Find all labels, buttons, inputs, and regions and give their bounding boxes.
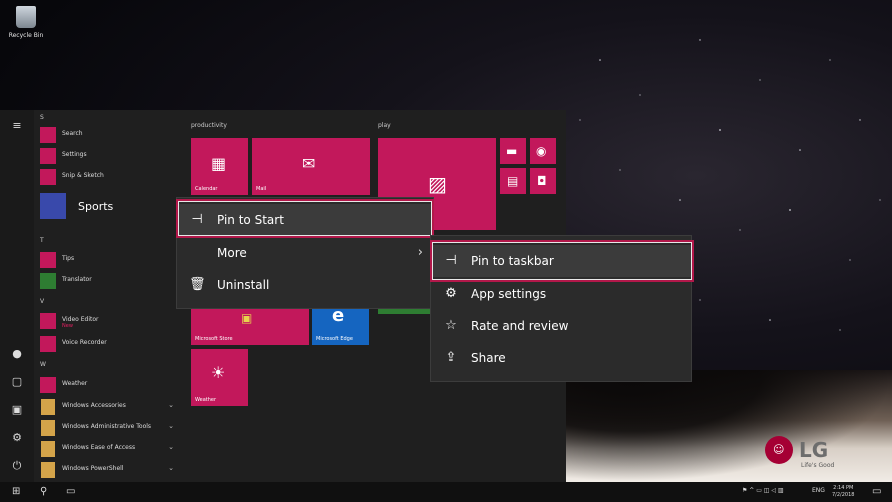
notification-icon[interactable]: ▭ bbox=[872, 486, 881, 498]
tile-movies[interactable]: ▬ bbox=[500, 138, 526, 164]
letter-header-s[interactable]: S bbox=[40, 114, 44, 121]
user-icon[interactable]: ● bbox=[11, 348, 23, 360]
power-icon[interactable]: ⏻ bbox=[11, 460, 23, 472]
wallpaper-wave bbox=[566, 370, 892, 482]
letter-header-w[interactable]: W bbox=[40, 361, 46, 368]
task-view-icon[interactable]: ▭ bbox=[66, 486, 75, 498]
tile-edge[interactable]: e Microsoft Edge bbox=[312, 305, 369, 345]
pin-to-start-highlight bbox=[176, 199, 434, 238]
chevron-down-icon: ⌄ bbox=[168, 422, 174, 430]
taskbar: ⊞ ⚲ ▭ ⚑ ^ ▭ ◫ ◁ ▥ ENG 2:14 PM 7/2/2018 ▭ bbox=[0, 482, 892, 502]
app-settings[interactable]: Settings bbox=[40, 147, 180, 165]
lightbulb-icon bbox=[40, 252, 56, 268]
app-video-editor[interactable]: Video Editor New bbox=[40, 312, 180, 330]
share-item[interactable]: ⇪ Share bbox=[431, 342, 691, 374]
trash-icon: 🗑 bbox=[189, 277, 206, 292]
tile-groove[interactable]: ◉ bbox=[530, 138, 556, 164]
lg-badge: ☺ bbox=[765, 436, 793, 464]
clock[interactable]: 2:14 PM 7/2/2018 bbox=[832, 485, 854, 499]
sun-icon bbox=[40, 377, 56, 393]
tile-mail[interactable]: ✉ Mail bbox=[252, 138, 370, 195]
search-icon bbox=[40, 127, 56, 143]
app-windows-powershell[interactable]: Windows PowerShell ⌄ bbox=[40, 461, 180, 479]
letter-header-t[interactable]: T bbox=[40, 237, 44, 244]
recycle-bin[interactable]: Recycle Bin bbox=[6, 6, 46, 39]
settings-icon[interactable]: ⚙ bbox=[11, 432, 23, 444]
pin-to-taskbar-highlight bbox=[430, 240, 694, 282]
app-snip-sketch[interactable]: Snip & Sketch bbox=[40, 168, 180, 186]
app-windows-accessories[interactable]: Windows Accessories ⌄ bbox=[40, 398, 180, 416]
start-rail: ≡ ● ▢ ▣ ⚙ ⏻ bbox=[0, 110, 34, 482]
video-icon bbox=[40, 313, 56, 329]
windows-start-icon[interactable]: ⊞ bbox=[12, 486, 20, 498]
app-voice-recorder[interactable]: Voice Recorder bbox=[40, 335, 180, 353]
group-play[interactable]: play bbox=[378, 122, 391, 129]
pictures-icon[interactable]: ▣ bbox=[11, 404, 23, 416]
tile-calendar[interactable]: ▦ Calendar bbox=[191, 138, 248, 195]
app-windows-ease-access[interactable]: Windows Ease of Access ⌄ bbox=[40, 440, 180, 458]
tray-icons[interactable]: ⚑ ^ ▭ ◫ ◁ ▥ bbox=[742, 487, 784, 494]
app-list: S Search Settings Snip & Sketch Sports T… bbox=[34, 110, 182, 482]
more-item[interactable]: More › bbox=[177, 237, 433, 269]
calculator-icon: ▤ bbox=[507, 174, 519, 188]
document-icon[interactable]: ▢ bbox=[11, 376, 23, 388]
chevron-down-icon: ⌄ bbox=[168, 443, 174, 451]
recycle-bin-icon bbox=[16, 6, 36, 28]
snip-icon bbox=[40, 169, 56, 185]
calendar-icon: ▦ bbox=[211, 154, 227, 173]
star-list-icon: ☆ bbox=[445, 318, 457, 333]
app-sports[interactable]: Sports bbox=[40, 193, 180, 221]
app-settings-item[interactable]: ⚙ App settings bbox=[431, 278, 691, 310]
app-tips[interactable]: Tips bbox=[40, 251, 180, 269]
letter-header-v[interactable]: V bbox=[40, 298, 44, 305]
recycle-bin-label: Recycle Bin bbox=[8, 32, 44, 39]
folder-icon bbox=[41, 462, 55, 478]
folder-icon bbox=[41, 441, 55, 457]
language-indicator[interactable]: ENG bbox=[812, 487, 825, 494]
lg-tagline: Life's Good bbox=[801, 462, 835, 469]
camera-icon: ◘ bbox=[537, 174, 547, 188]
group-productivity[interactable]: productivity bbox=[191, 122, 227, 129]
mail-icon: ✉ bbox=[302, 154, 316, 173]
tile-store[interactable]: ▣ Microsoft Store bbox=[191, 308, 309, 345]
chevron-down-icon: ⌄ bbox=[168, 401, 174, 409]
folder-icon bbox=[41, 420, 55, 436]
microphone-icon bbox=[40, 336, 56, 352]
chevron-right-icon: › bbox=[417, 245, 423, 260]
trophy-icon bbox=[40, 193, 66, 219]
share-icon: ⇪ bbox=[445, 350, 457, 365]
tile-weather[interactable]: ☀ Weather bbox=[191, 349, 248, 406]
photo-icon: ▨ bbox=[428, 172, 447, 196]
edge-icon: e bbox=[332, 305, 345, 326]
film-icon: ▬ bbox=[506, 144, 518, 158]
lg-wordmark: LG bbox=[799, 438, 829, 462]
hamburger-icon[interactable]: ≡ bbox=[11, 120, 23, 132]
app-windows-admin-tools[interactable]: Windows Administrative Tools ⌄ bbox=[40, 419, 180, 437]
gear-icon: ⚙ bbox=[445, 286, 457, 301]
tile-calculator[interactable]: ▤ bbox=[500, 168, 526, 194]
translator-icon bbox=[40, 273, 56, 289]
store-icon: ▣ bbox=[241, 311, 253, 325]
gear-icon bbox=[40, 148, 56, 164]
sun-icon: ☀ bbox=[211, 363, 226, 382]
app-translator[interactable]: Translator bbox=[40, 272, 180, 290]
chevron-down-icon: ⌄ bbox=[168, 464, 174, 472]
tile-maps[interactable]: ◘ bbox=[530, 168, 556, 194]
music-disc-icon: ◉ bbox=[536, 144, 547, 158]
folder-icon bbox=[41, 399, 55, 415]
app-search[interactable]: Search bbox=[40, 126, 180, 144]
rate-review-item[interactable]: ☆ Rate and review bbox=[431, 310, 691, 342]
app-weather[interactable]: Weather bbox=[40, 376, 180, 394]
search-icon[interactable]: ⚲ bbox=[40, 486, 47, 498]
uninstall-item[interactable]: 🗑 Uninstall bbox=[177, 269, 433, 301]
